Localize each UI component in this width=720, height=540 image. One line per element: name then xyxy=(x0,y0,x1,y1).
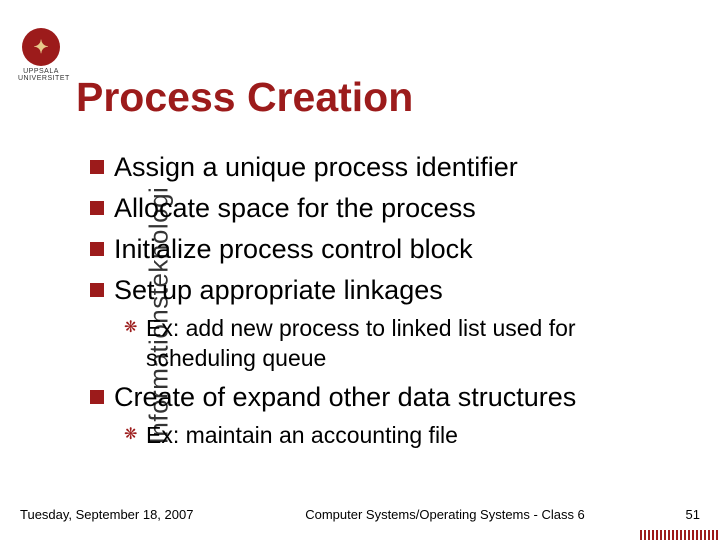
corner-stripes-icon xyxy=(640,530,720,540)
slide-title: Process Creation xyxy=(76,74,413,121)
logo-glyph-icon: ✦ xyxy=(33,38,48,56)
bullet-level1: Initialize process control block xyxy=(90,232,690,267)
footer-page-number: 51 xyxy=(650,507,700,522)
bullet-text: Create of expand other data structures xyxy=(114,380,576,415)
square-bullet-icon xyxy=(90,160,104,174)
bullet-text: Allocate space for the process xyxy=(114,191,476,226)
footer-course: Computer Systems/Operating Systems - Cla… xyxy=(240,507,650,522)
square-bullet-icon xyxy=(90,201,104,215)
logo-text: UPPSALA UNIVERSITET xyxy=(18,68,64,82)
footer-date: Tuesday, September 18, 2007 xyxy=(20,507,240,522)
star-bullet-icon: ❋ xyxy=(124,321,138,335)
bullet-level1: Allocate space for the process xyxy=(90,191,690,226)
square-bullet-icon xyxy=(90,242,104,256)
bullet-level2: ❋ Ex: add new process to linked list use… xyxy=(124,314,690,374)
square-bullet-icon xyxy=(90,390,104,404)
logo-seal-icon: ✦ xyxy=(22,28,60,66)
bullet-text: Initialize process control block xyxy=(114,232,473,267)
content-area: Assign a unique process identifier Alloc… xyxy=(90,150,690,457)
bullet-level1: Create of expand other data structures xyxy=(90,380,690,415)
bullet-level1: Assign a unique process identifier xyxy=(90,150,690,185)
bullet-text: Set up appropriate linkages xyxy=(114,273,443,308)
square-bullet-icon xyxy=(90,283,104,297)
slide: ✦ UPPSALA UNIVERSITET Process Creation I… xyxy=(0,0,720,540)
footer: Tuesday, September 18, 2007 Computer Sys… xyxy=(20,507,700,522)
bullet-text: Ex: add new process to linked list used … xyxy=(146,314,690,374)
bullet-text: Ex: maintain an accounting file xyxy=(146,421,458,451)
star-bullet-icon: ❋ xyxy=(124,428,138,442)
university-logo: ✦ UPPSALA UNIVERSITET xyxy=(18,28,64,82)
bullet-level2: ❋ Ex: maintain an accounting file xyxy=(124,421,690,451)
bullet-text: Assign a unique process identifier xyxy=(114,150,518,185)
bullet-level1: Set up appropriate linkages xyxy=(90,273,690,308)
